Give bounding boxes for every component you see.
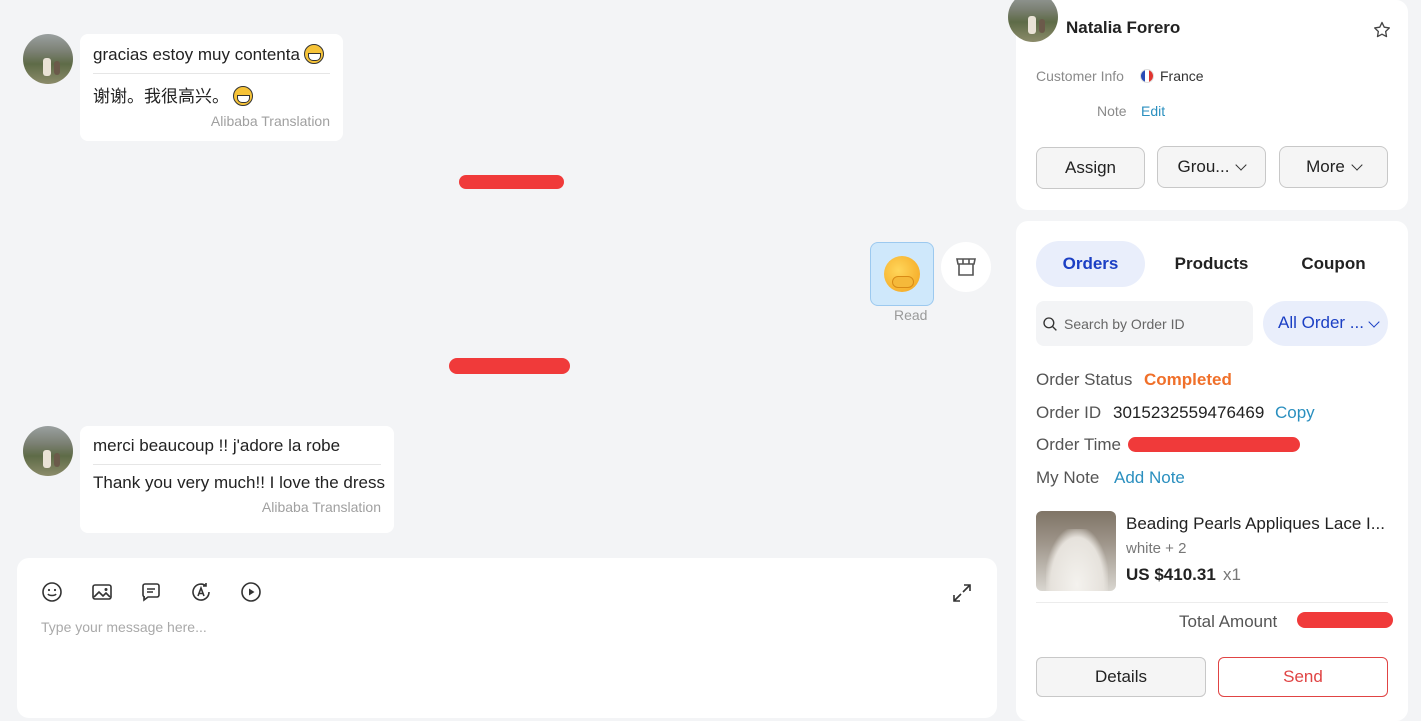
order-id-label: Order ID bbox=[1036, 403, 1102, 422]
customer-avatar[interactable] bbox=[23, 426, 73, 476]
grinning-face-icon bbox=[233, 86, 253, 106]
video-icon[interactable] bbox=[239, 580, 263, 604]
my-note-label: My Note bbox=[1036, 468, 1100, 487]
message-bubble: merci beaucoup !! j'adore la robe Thank … bbox=[80, 426, 394, 533]
translation-source: Alibaba Translation bbox=[210, 113, 330, 129]
tab-coupon[interactable]: Coupon bbox=[1279, 241, 1388, 287]
message-bubble: gracias estoy muy contenta 谢谢。我很高兴。 Alib… bbox=[80, 34, 343, 141]
store-icon bbox=[956, 258, 976, 276]
order-time-label: Order Time bbox=[1036, 435, 1122, 454]
more-button[interactable]: More bbox=[1279, 146, 1388, 188]
expand-icon[interactable] bbox=[950, 581, 974, 605]
product-quantity: x1 bbox=[1223, 565, 1241, 584]
order-filter-dropdown[interactable]: All Order ... bbox=[1263, 301, 1388, 346]
store-avatar[interactable] bbox=[941, 242, 991, 292]
tab-products[interactable]: Products bbox=[1157, 241, 1266, 287]
quick-reply-icon[interactable] bbox=[139, 580, 163, 604]
redacted-timestamp bbox=[449, 358, 570, 374]
product-price: US $410.31 bbox=[1126, 565, 1216, 584]
product-thumbnail[interactable] bbox=[1036, 511, 1116, 591]
grinning-face-icon bbox=[303, 44, 324, 64]
message-original: gracias estoy muy contenta bbox=[93, 44, 330, 74]
details-button[interactable]: Details bbox=[1036, 657, 1206, 697]
send-order-button[interactable]: Send bbox=[1218, 657, 1388, 697]
order-status-value: Completed bbox=[1144, 370, 1232, 389]
message-translation: 谢谢。我很高兴。 bbox=[93, 74, 330, 107]
note-label: Note bbox=[1097, 103, 1127, 119]
image-icon[interactable] bbox=[90, 580, 114, 604]
product-title[interactable]: Beading Pearls Appliques Lace I... bbox=[1126, 514, 1388, 534]
sent-sticker[interactable] bbox=[870, 242, 934, 306]
customer-info-label: Customer Info bbox=[1036, 68, 1124, 84]
star-icon[interactable] bbox=[1372, 20, 1392, 40]
copy-order-id-link[interactable]: Copy bbox=[1275, 403, 1315, 423]
message-composer[interactable]: Type your message here... bbox=[17, 558, 997, 718]
france-flag-icon bbox=[1140, 69, 1154, 83]
translation-source: Alibaba Translation bbox=[261, 499, 381, 515]
message-translation: Thank you very much!! I love the dress bbox=[93, 473, 385, 492]
chevron-down-icon bbox=[1351, 158, 1363, 171]
chevron-down-icon bbox=[1368, 316, 1380, 328]
tab-orders[interactable]: Orders bbox=[1036, 241, 1145, 287]
edit-note-link[interactable]: Edit bbox=[1141, 103, 1165, 119]
divider bbox=[1036, 602, 1388, 603]
customer-avatar[interactable] bbox=[23, 34, 73, 84]
product-variant: white + 2 bbox=[1126, 540, 1187, 557]
search-icon bbox=[1043, 317, 1057, 331]
redacted-total-amount bbox=[1297, 612, 1393, 628]
order-status-label: Order Status bbox=[1036, 370, 1133, 389]
order-search-input[interactable]: Search by Order ID bbox=[1036, 301, 1253, 346]
message-input[interactable]: Type your message here... bbox=[41, 619, 207, 635]
chevron-down-icon bbox=[1235, 158, 1248, 171]
customer-country: France bbox=[1140, 68, 1204, 84]
assign-button[interactable]: Assign bbox=[1036, 147, 1145, 189]
add-note-link[interactable]: Add Note bbox=[1114, 468, 1185, 488]
hugging-face-icon bbox=[884, 256, 920, 292]
customer-name: Natalia Forero bbox=[1066, 18, 1181, 37]
emoji-icon[interactable] bbox=[40, 580, 64, 604]
order-id-value: 3015232559476469 bbox=[1113, 403, 1265, 422]
redacted-order-time bbox=[1128, 437, 1300, 452]
group-button[interactable]: Grou... bbox=[1157, 146, 1266, 188]
translate-icon[interactable] bbox=[189, 580, 213, 604]
read-receipt: Read bbox=[894, 307, 928, 323]
redacted-timestamp bbox=[459, 175, 564, 189]
message-original: merci beaucoup !! j'adore la robe bbox=[93, 436, 381, 465]
total-amount-label: Total Amount bbox=[1179, 612, 1278, 631]
